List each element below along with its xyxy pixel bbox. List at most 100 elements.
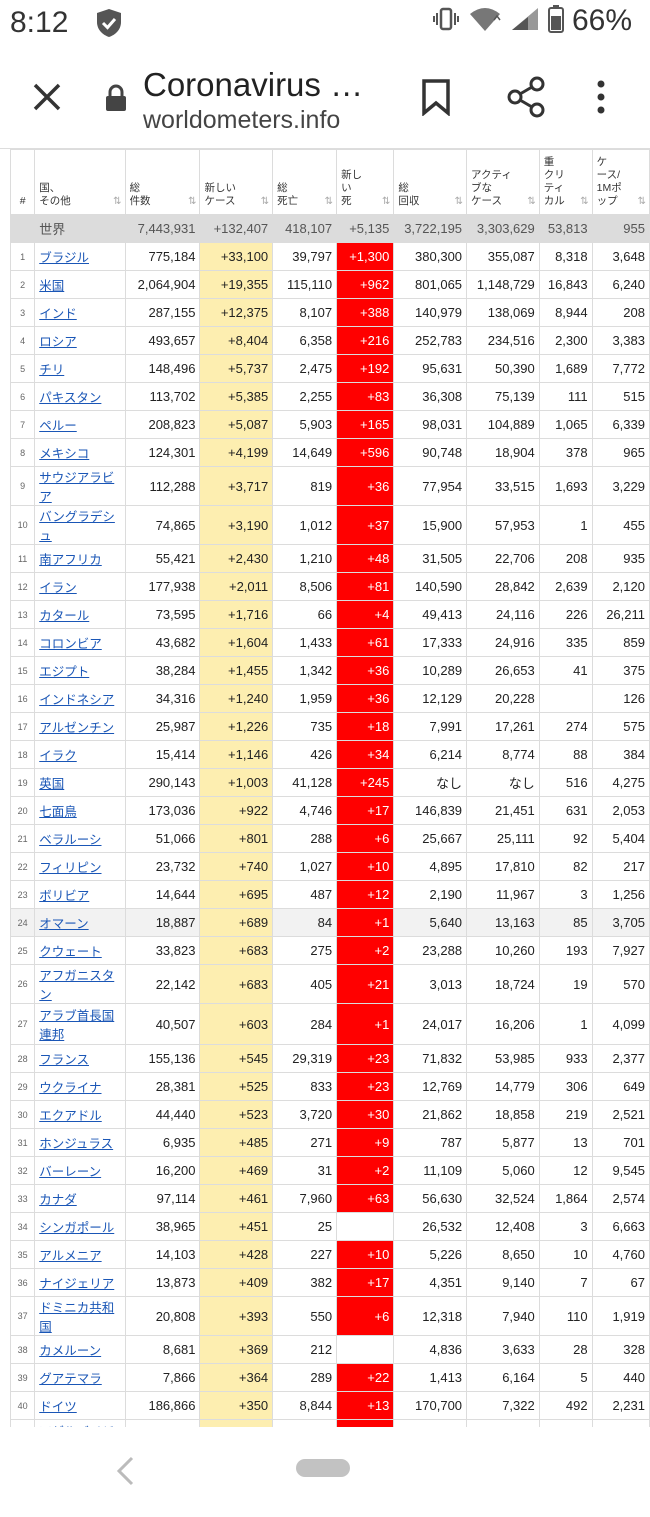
country-link[interactable]: イラク xyxy=(39,749,77,763)
country-link[interactable]: ナイジェリア xyxy=(39,1277,114,1291)
country-link[interactable]: ホンジュラス xyxy=(39,1137,113,1151)
stats-table-container[interactable]: # 国、 その他 ⇅ 総件数 ⇅ 新しい ケース ⇅ 総死亡 ⇅ 新しい死 ⇅ 総回収 ⇅ アク… xyxy=(10,149,650,1427)
cell-idx: 11 xyxy=(10,544,36,573)
cell-new-deaths: +2 xyxy=(336,1156,395,1185)
header-per-million[interactable]: ケース/1Mポ ップ ⇅ xyxy=(591,149,650,215)
country-link[interactable]: インドネシア xyxy=(39,693,114,707)
cell-deaths: 1,433 xyxy=(272,628,338,657)
country-link[interactable]: グアテマラ xyxy=(39,1372,102,1386)
country-link[interactable]: バーレーン xyxy=(39,1165,101,1179)
table-row: 10 バングラデシュ 74,865 +3,190 1,012 +37 15,900 57,95… xyxy=(10,505,650,545)
cell-new-deaths: +4 xyxy=(336,1419,395,1427)
country-link[interactable]: ドイツ xyxy=(39,1400,77,1414)
cell-new-deaths: +962 xyxy=(336,270,395,299)
header-new-deaths[interactable]: 新しい死 ⇅ xyxy=(336,149,395,215)
header-text: ケース xyxy=(471,195,503,207)
header-text: ケ xyxy=(596,156,608,168)
header-text: ティ xyxy=(543,182,565,194)
cell-per-million: 126 xyxy=(591,684,650,713)
cell-deaths: 115,110 xyxy=(272,270,338,299)
country-link[interactable]: エクアドル xyxy=(39,1109,102,1123)
country-link[interactable]: ペルー xyxy=(39,419,77,433)
header-new-cases[interactable]: 新しい ケース ⇅ xyxy=(199,149,274,215)
header-deaths[interactable]: 総死亡 ⇅ xyxy=(272,149,338,215)
country-link[interactable]: エジプト xyxy=(39,665,89,679)
cell-new-cases: +461 xyxy=(199,1184,274,1213)
header-total[interactable]: 総件数 ⇅ xyxy=(124,149,201,215)
country-link[interactable]: インド xyxy=(39,307,77,321)
cell-total: 23,732 xyxy=(124,852,201,881)
country-link[interactable]: アルメニア xyxy=(39,1249,101,1263)
country-link[interactable]: フランス xyxy=(39,1053,89,1067)
country-link[interactable]: 英国 xyxy=(39,777,64,791)
country-link[interactable]: イラン xyxy=(39,581,77,595)
header-critical[interactable]: 重クリ ティ カル ⇅ xyxy=(538,149,593,215)
cell-total: 18,887 xyxy=(124,908,201,937)
page-url[interactable]: worldometers.info xyxy=(143,106,340,135)
table-row: 1 ブラジル 775,184 +33,100 39,797 +1,300 380,300 35… xyxy=(10,242,650,271)
country-link[interactable]: 七面鳥 xyxy=(39,805,77,819)
country-link[interactable]: ブラジル xyxy=(39,251,89,265)
country-link[interactable]: 米国 xyxy=(39,279,64,293)
cell-active: 20,228 xyxy=(466,684,540,713)
cell-new-deaths: +23 xyxy=(336,1044,395,1073)
cell-critical: 111 xyxy=(538,382,593,411)
cell-new-deaths: +6 xyxy=(336,1296,395,1336)
table-row: 21 ベラルーシ 51,066 +801 288 +6 25,667 25,111 92 5,40… xyxy=(10,824,650,853)
country-link[interactable]: ベラルーシ xyxy=(39,833,101,847)
cell-recovered: 11,109 xyxy=(393,1156,468,1185)
cell-total: 14,644 xyxy=(124,880,201,909)
world-row: 世界 7,443,931 +132,407 418,107 +5,135 3,7… xyxy=(10,214,650,243)
header-country[interactable]: 国、 その他 ⇅ xyxy=(34,149,126,215)
back-button[interactable] xyxy=(114,1455,136,1492)
bookmark-button[interactable] xyxy=(420,78,452,121)
cell-idx: 1 xyxy=(10,242,36,271)
country-link[interactable]: コロンビア xyxy=(39,637,102,651)
share-icon xyxy=(507,76,545,118)
country-link[interactable]: カタール xyxy=(39,609,89,623)
country-link[interactable]: アラブ首長国連邦 xyxy=(39,1009,114,1042)
cell-active: 12,408 xyxy=(466,1212,540,1241)
country-link[interactable]: 南アフリカ xyxy=(39,553,102,567)
wifi-icon xyxy=(468,6,502,37)
header-idx[interactable]: # xyxy=(10,149,36,215)
country-link[interactable]: オマーン xyxy=(39,917,88,931)
sort-icon: ⇅ xyxy=(637,196,646,207)
cell-new-cases: +485 xyxy=(199,1128,274,1157)
cell-per-million: 440 xyxy=(591,1363,650,1392)
country-link[interactable]: チリ xyxy=(39,363,64,377)
country-link[interactable]: カメルーン xyxy=(39,1344,101,1358)
country-link[interactable]: ロシア xyxy=(39,335,77,349)
country-link[interactable]: アフガニスタン xyxy=(39,969,114,1002)
country-link[interactable]: シンガポール xyxy=(39,1221,114,1235)
cell-active: 3,708 xyxy=(466,1419,540,1427)
cell-idx: 13 xyxy=(10,600,36,629)
cell-per-million: 859 xyxy=(591,628,650,657)
country-link[interactable]: ドミニカ共和国 xyxy=(39,1301,114,1334)
country-link[interactable]: フィリピン xyxy=(39,861,101,875)
header-recovered[interactable]: 総回収 ⇅ xyxy=(393,149,468,215)
cell-total: 38,965 xyxy=(124,1212,201,1241)
country-link[interactable]: ウクライナ xyxy=(39,1081,101,1095)
cell-recovered: 21,862 xyxy=(393,1100,468,1129)
share-button[interactable] xyxy=(506,76,546,123)
cell-country: 七面鳥 xyxy=(34,796,126,825)
sort-icon: ⇅ xyxy=(454,196,464,207)
header-active[interactable]: アクティ ブな ケース ⇅ xyxy=(466,149,540,215)
cell-critical: 1,693 xyxy=(538,466,593,506)
bookmark-icon xyxy=(422,79,450,117)
country-link[interactable]: サウジアラビア xyxy=(39,471,114,504)
close-button[interactable] xyxy=(26,76,68,118)
country-link[interactable]: バングラデシュ xyxy=(39,510,115,543)
country-link[interactable]: アルゼンチン xyxy=(39,721,114,735)
country-link[interactable]: カナダ xyxy=(39,1193,77,1207)
country-link[interactable]: パキスタン xyxy=(39,391,101,405)
cell-country: コロンビア xyxy=(34,628,126,657)
cell-active: 17,261 xyxy=(466,712,540,741)
home-pill-button[interactable] xyxy=(296,1459,350,1477)
country-link[interactable]: ボリビア xyxy=(39,889,89,903)
country-link[interactable]: クウェート xyxy=(39,945,102,959)
country-link[interactable]: メキシコ xyxy=(39,447,89,461)
overflow-menu-button[interactable] xyxy=(594,78,608,121)
cell-new-deaths: +1,300 xyxy=(336,242,395,271)
